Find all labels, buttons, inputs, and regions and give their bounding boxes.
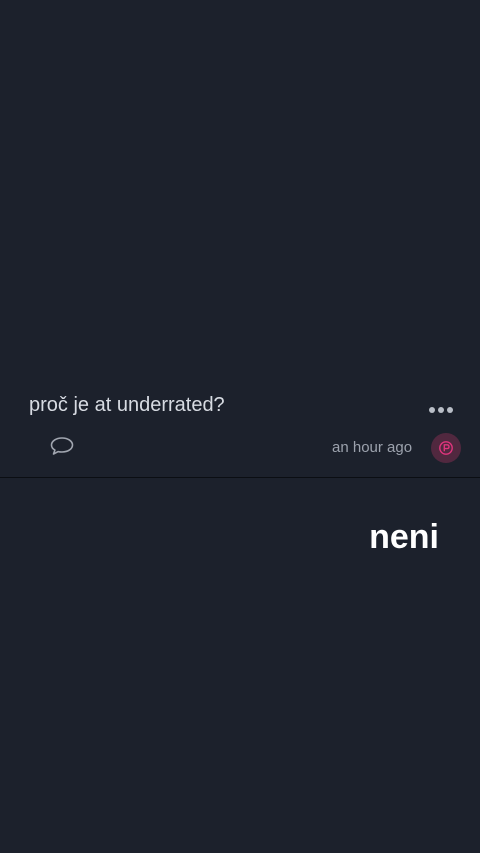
post-timestamp: an hour ago: [332, 439, 413, 456]
post-card: proč je at underrated? an hour ago: [0, 0, 480, 477]
author-avatar[interactable]: [431, 433, 461, 463]
more-options-button[interactable]: [424, 398, 458, 422]
post-text: proč je at underrated?: [29, 394, 225, 416]
screen: proč je at underrated? an hour ago neni: [0, 0, 480, 853]
speech-bubble-icon: [50, 437, 74, 455]
reply-text: neni: [369, 518, 439, 556]
divider: [0, 477, 480, 478]
comment-button[interactable]: [48, 434, 76, 460]
more-horizontal-icon: [429, 407, 453, 413]
profile-badge-icon: [439, 441, 453, 455]
